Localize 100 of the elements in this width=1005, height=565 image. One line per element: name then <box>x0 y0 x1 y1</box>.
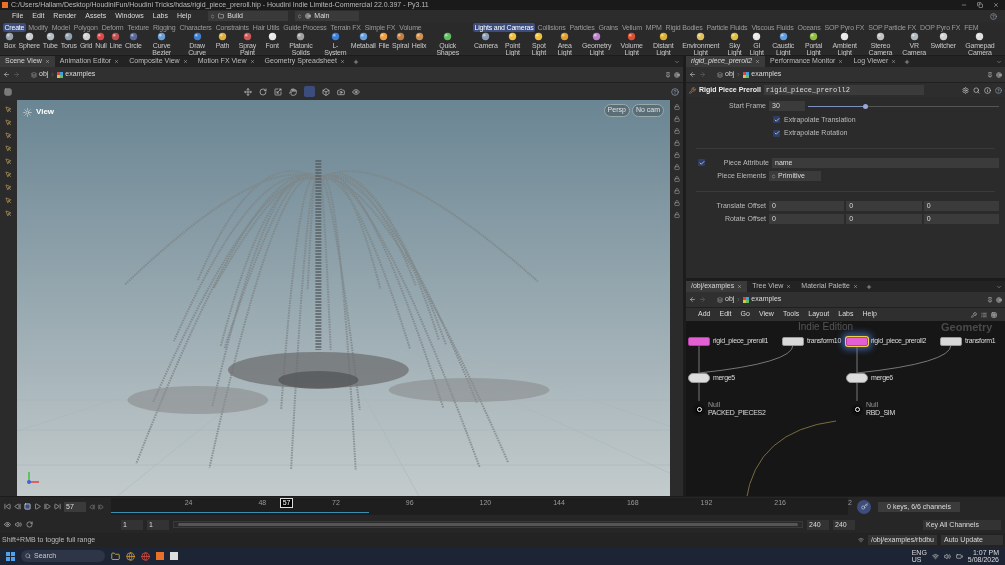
add-tab-icon[interactable] <box>865 283 872 290</box>
target-icon[interactable] <box>996 296 1002 303</box>
network-node[interactable] <box>846 336 868 346</box>
shelf-tool-icon[interactable] <box>938 32 948 41</box>
shelf-tool-icon[interactable] <box>875 32 885 41</box>
info-icon[interactable] <box>984 86 991 94</box>
close-icon[interactable] <box>182 59 188 64</box>
shelf-tool-icon[interactable] <box>192 32 202 41</box>
tool-icon[interactable] <box>5 197 12 204</box>
hand-icon[interactable] <box>289 87 297 96</box>
chevron-down-icon[interactable] <box>674 58 680 65</box>
start-icon[interactable] <box>6 551 15 561</box>
browser-icon[interactable] <box>141 551 150 561</box>
pin-icon[interactable] <box>987 71 993 78</box>
help-icon[interactable] <box>671 87 679 96</box>
shelf-tool-icon[interactable] <box>809 32 818 41</box>
box-icon[interactable] <box>322 87 330 96</box>
network-node[interactable] <box>688 336 710 346</box>
tool-icon[interactable] <box>5 106 12 113</box>
wifi-icon[interactable] <box>931 552 939 560</box>
shelf-tool-icon[interactable] <box>330 32 340 41</box>
loop-icon[interactable] <box>26 521 33 528</box>
shelf-tool-icon[interactable] <box>696 32 706 41</box>
rotate-icon[interactable] <box>259 87 267 96</box>
tool-icon[interactable] <box>5 158 12 165</box>
close-icon[interactable] <box>891 59 897 64</box>
shelf-tool-icon[interactable] <box>358 32 368 41</box>
shelf-tool-icon[interactable] <box>128 32 138 41</box>
network-node[interactable] <box>782 336 804 346</box>
sound-icon[interactable] <box>15 521 22 528</box>
shelf-tool-icon[interactable] <box>5 32 15 41</box>
last-frame-icon[interactable] <box>54 503 61 510</box>
checkbox[interactable] <box>773 129 780 137</box>
eye-icon[interactable] <box>352 87 360 96</box>
close-icon[interactable] <box>339 59 345 64</box>
key-forward-icon[interactable] <box>98 503 104 510</box>
close-icon[interactable] <box>114 59 120 64</box>
shelf-tool-icon[interactable] <box>909 32 919 41</box>
shelf-tool-icon[interactable] <box>481 32 491 41</box>
list-icon[interactable] <box>981 311 987 318</box>
shelf-tool-icon[interactable] <box>157 32 167 41</box>
close-icon[interactable] <box>852 284 858 289</box>
shelf-tool-icon[interactable] <box>414 32 424 41</box>
stop-icon[interactable] <box>24 503 31 510</box>
shelf-tool-icon[interactable] <box>96 32 106 41</box>
close-icon[interactable] <box>786 284 792 289</box>
restore-icon[interactable] <box>977 2 983 8</box>
step-forward-icon[interactable] <box>44 503 51 510</box>
close-icon[interactable] <box>737 284 743 289</box>
help-icon[interactable] <box>995 86 1002 94</box>
range-slider[interactable] <box>173 521 803 528</box>
tools-icon[interactable] <box>971 311 977 318</box>
folder-icon[interactable] <box>111 551 120 561</box>
shelf-tool-icon[interactable] <box>752 32 762 41</box>
network-node[interactable] <box>851 403 863 416</box>
shelf-tool-icon[interactable] <box>508 32 518 41</box>
play-icon[interactable] <box>34 503 41 510</box>
tool-icon[interactable] <box>5 210 12 217</box>
back-icon[interactable] <box>3 71 10 78</box>
camera-icon[interactable] <box>337 87 345 96</box>
tool-icon[interactable] <box>5 184 12 191</box>
back-icon[interactable] <box>689 296 696 303</box>
pin-icon[interactable] <box>987 296 993 303</box>
first-frame-icon[interactable] <box>4 503 11 510</box>
tool-icon[interactable] <box>5 132 12 139</box>
close-icon[interactable] <box>993 2 999 8</box>
shelf-tool-icon[interactable] <box>975 32 985 41</box>
browser-icon[interactable] <box>126 551 135 561</box>
shelf-tool-icon[interactable] <box>217 32 227 41</box>
shelf-tool-icon[interactable] <box>627 32 637 41</box>
shelf-tool-icon[interactable] <box>443 32 453 41</box>
shelf-tool-icon[interactable] <box>64 32 74 41</box>
shelf-tool-icon[interactable] <box>379 32 389 41</box>
grid-icon[interactable] <box>4 87 12 96</box>
volume-icon[interactable] <box>943 552 951 560</box>
battery-icon[interactable] <box>955 552 963 560</box>
slider-thumb[interactable] <box>863 103 869 109</box>
target-icon[interactable] <box>674 71 680 78</box>
shelf-tool-icon[interactable] <box>267 32 277 41</box>
network-node[interactable] <box>940 336 962 346</box>
close-icon[interactable] <box>44 59 50 64</box>
shelf-tool-icon[interactable] <box>592 32 602 41</box>
shelf-tool-icon[interactable] <box>534 32 544 41</box>
shelf-tool-icon[interactable] <box>778 32 788 41</box>
checkbox[interactable] <box>773 116 780 124</box>
search-icon[interactable] <box>973 86 980 94</box>
step-back-icon[interactable] <box>14 503 21 510</box>
grid-icon[interactable] <box>991 311 997 318</box>
tool-icon[interactable] <box>5 145 12 152</box>
shelf-tool-icon[interactable] <box>658 32 668 41</box>
move-icon[interactable] <box>244 87 252 96</box>
add-tab-icon[interactable] <box>904 58 911 65</box>
shelf-tool-icon[interactable] <box>242 32 252 41</box>
key-button[interactable] <box>857 499 871 514</box>
shelf-tool-icon[interactable] <box>111 32 121 41</box>
close-icon[interactable] <box>755 59 761 64</box>
shelf-tool-icon[interactable] <box>730 32 740 41</box>
tool-icon[interactable] <box>5 171 12 178</box>
network-node[interactable] <box>688 373 710 384</box>
scale-icon[interactable] <box>274 87 282 96</box>
